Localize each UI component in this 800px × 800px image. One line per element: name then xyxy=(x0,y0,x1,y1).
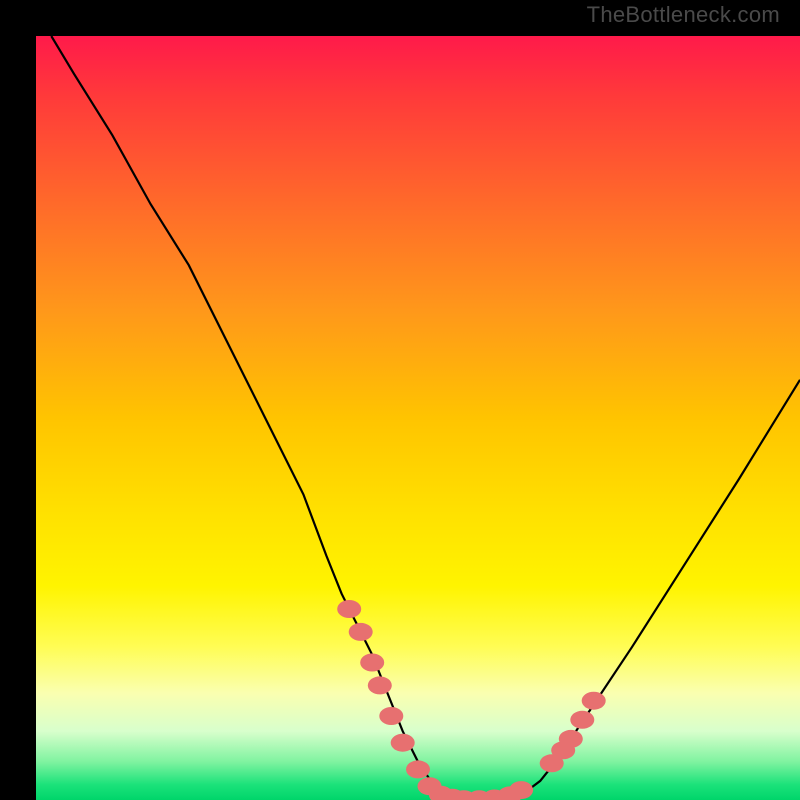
curve-marker xyxy=(391,734,415,752)
curve-marker xyxy=(570,711,594,729)
curve-markers xyxy=(337,600,606,800)
curve-marker xyxy=(349,623,373,641)
curve-marker xyxy=(379,707,403,725)
bottleneck-curve xyxy=(51,36,800,800)
chart-svg xyxy=(36,36,800,800)
plot-area xyxy=(36,36,800,800)
watermark-text: TheBottleneck.com xyxy=(587,2,780,28)
curve-marker xyxy=(406,760,430,778)
curve-marker xyxy=(582,692,606,710)
chart-frame xyxy=(0,0,800,800)
curve-marker xyxy=(559,730,583,748)
curve-marker xyxy=(509,781,533,799)
curve-marker xyxy=(368,676,392,694)
curve-marker xyxy=(337,600,361,618)
curve-marker xyxy=(360,654,384,672)
